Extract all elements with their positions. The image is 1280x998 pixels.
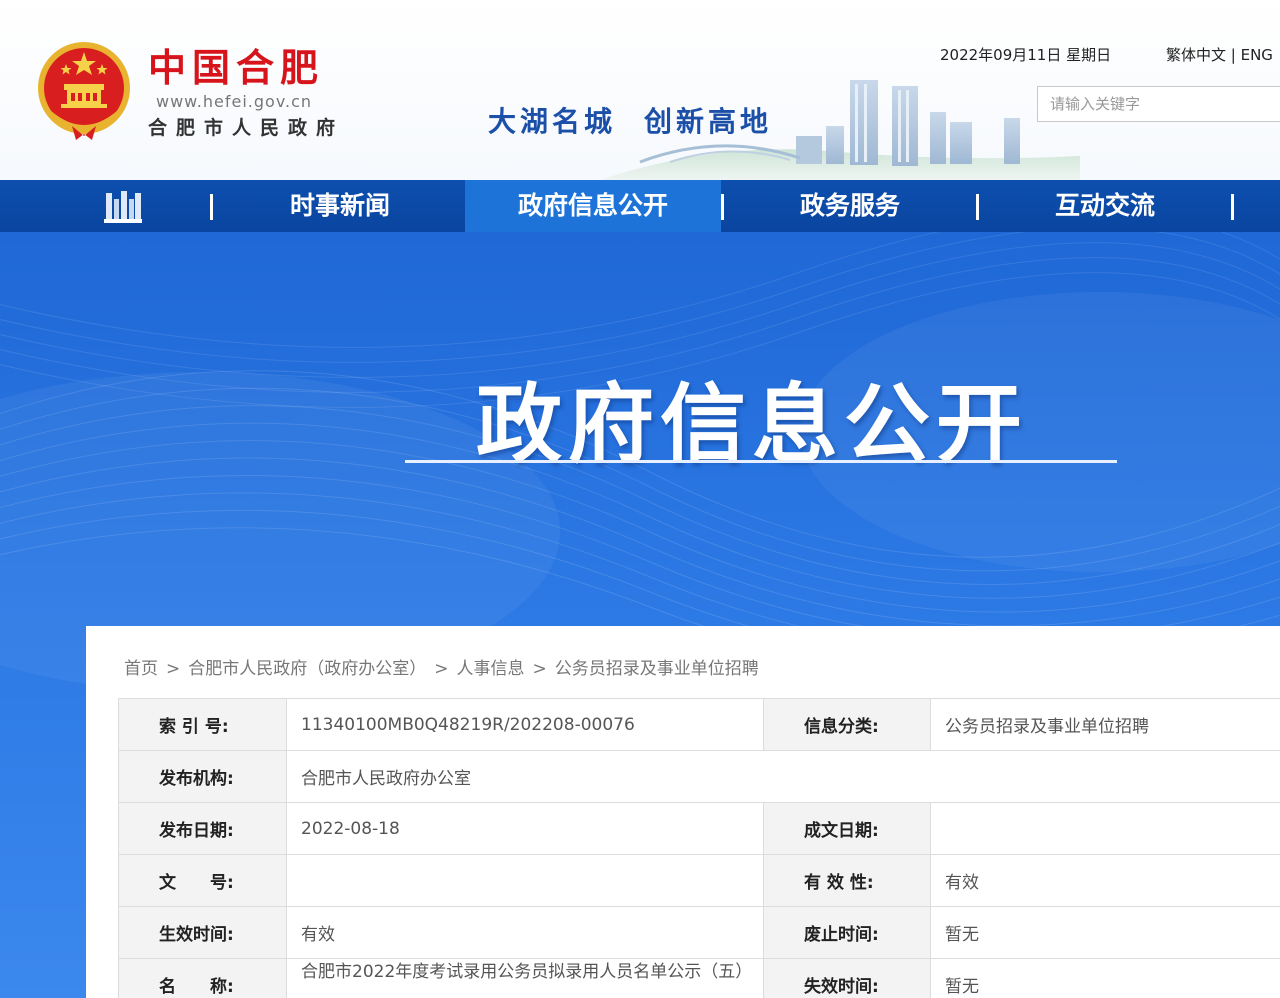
breadcrumb-recruitment[interactable]: 公务员招录及事业单位招聘 <box>555 659 759 679</box>
logo-subtitle: 合肥市人民政府 <box>148 117 345 139</box>
publisher-value: 合肥市人民政府办公室 <box>286 750 1280 803</box>
writedate-label: 成文日期: <box>763 802 931 855</box>
table-row: 发布日期: 2022-08-18 成文日期: <box>118 802 1280 855</box>
logo-url: www.hefei.gov.cn <box>156 92 313 111</box>
breadcrumb-separator: > <box>166 659 181 679</box>
index-value: 11340100MB0Q48219R/202208-00076 <box>286 698 764 751</box>
site-header: 中国合肥 www.hefei.gov.cn 合肥市人民政府 大湖名城 创新高地 … <box>0 0 1280 180</box>
slogan-part-b: 创新高地 <box>644 105 773 138</box>
docno-value <box>286 854 764 907</box>
writedate-value <box>930 802 1280 855</box>
document-metadata-table: 索 引 号: 11340100MB0Q48219R/202208-00076 信… <box>118 698 1280 998</box>
breadcrumb-home[interactable]: 首页 <box>124 659 158 679</box>
name-value: 合肥市2022年度考试录用公务员拟录用人员名单公示（五） <box>286 958 764 998</box>
table-row: 文 号: 有 效 性: 有效 <box>118 854 1280 907</box>
category-value: 公务员招录及事业单位招聘 <box>930 698 1280 751</box>
expire-value: 暂无 <box>930 958 1280 998</box>
expire-label: 失效时间: <box>763 958 931 998</box>
table-row: 索 引 号: 11340100MB0Q48219R/202208-00076 信… <box>118 698 1280 751</box>
logo-title: 中国合肥 <box>148 46 325 90</box>
effective-value: 有效 <box>286 906 764 959</box>
validity-label: 有 效 性: <box>763 854 931 907</box>
validity-value: 有效 <box>930 854 1280 907</box>
nav-divider <box>210 194 213 220</box>
table-row: 名 称: 合肥市2022年度考试录用公务员拟录用人员名单公示（五） 失效时间: … <box>118 958 1280 998</box>
pubdate-label: 发布日期: <box>118 802 287 855</box>
table-row: 生效时间: 有效 废止时间: 暂无 <box>118 906 1280 959</box>
breadcrumb-city-gov[interactable]: 合肥市人民政府（政府办公室） <box>188 659 426 679</box>
main-nav: 时事新闻 政府信息公开 政务服务 互动交流 <box>0 180 1280 232</box>
index-label: 索 引 号: <box>118 698 287 751</box>
current-date: 2022年09月11日 星期日 <box>940 46 1112 64</box>
content-panel: 首页 > 合肥市人民政府（政府办公室） > 人事信息 > 公务员招录及事业单位招聘 索 引 … <box>86 626 1280 998</box>
docno-label: 文 号: <box>118 854 287 907</box>
search-input[interactable] <box>1037 86 1280 122</box>
breadcrumb-separator: > <box>434 659 449 679</box>
abolish-value: 暂无 <box>930 906 1280 959</box>
table-row: 发布机构: 合肥市人民政府办公室 <box>118 750 1280 803</box>
breadcrumb-personnel[interactable]: 人事信息 <box>457 659 525 679</box>
site-logo[interactable]: 中国合肥 www.hefei.gov.cn 合肥市人民政府 <box>148 46 344 140</box>
name-label: 名 称: <box>118 958 287 998</box>
effective-label: 生效时间: <box>118 906 287 959</box>
publisher-label: 发布机构: <box>118 750 287 803</box>
nav-item-news[interactable]: 时事新闻 <box>215 180 465 232</box>
site-slogan: 大湖名城 创新高地 <box>488 100 772 140</box>
pubdate-value: 2022-08-18 <box>286 802 764 855</box>
nav-item-gov-info[interactable]: 政府信息公开 <box>465 180 721 232</box>
nav-divider <box>1231 194 1234 220</box>
home-icon[interactable] <box>104 189 142 223</box>
breadcrumb: 首页 > 合肥市人民政府（政府办公室） > 人事信息 > 公务员招录及事业单位招聘 <box>124 654 759 679</box>
nav-item-services[interactable]: 政务服务 <box>724 180 976 232</box>
language-switch[interactable]: 繁体中文 | ENG <box>1166 44 1273 65</box>
category-label: 信息分类: <box>763 698 931 751</box>
nav-item-interaction[interactable]: 互动交流 <box>979 180 1231 232</box>
abolish-label: 废止时间: <box>763 906 931 959</box>
national-emblem-icon <box>38 42 130 140</box>
banner-underline <box>405 460 1117 463</box>
slogan-part-a: 大湖名城 <box>488 105 617 138</box>
breadcrumb-separator: > <box>532 659 547 679</box>
